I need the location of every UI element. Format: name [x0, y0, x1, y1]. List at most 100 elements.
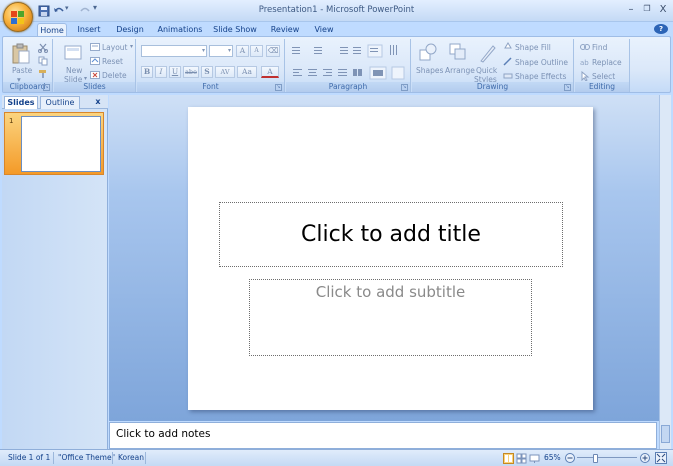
layout-icon — [90, 43, 100, 51]
drawing-launcher-icon[interactable]: ↘ — [564, 84, 571, 91]
strikethrough-button[interactable]: abe — [183, 66, 199, 78]
slide-canvas[interactable]: Click to add title Click to add subtitle — [188, 107, 593, 410]
text-shadow-button[interactable]: S — [201, 66, 213, 78]
undo-dropdown-icon[interactable]: ▾ — [65, 4, 79, 18]
subtitle-placeholder[interactable]: Click to add subtitle — [249, 279, 532, 356]
replace-button[interactable]: Replace — [592, 58, 622, 67]
arrange-button[interactable]: Arrange — [445, 66, 475, 75]
slide-sorter-icon[interactable] — [516, 453, 527, 464]
scrollbar-thumb[interactable] — [661, 425, 670, 443]
shape-effects-button[interactable]: Shape Effects — [515, 72, 566, 81]
slide-show-icon[interactable] — [529, 453, 540, 464]
select-button[interactable]: Select — [592, 72, 615, 81]
find-icon — [580, 44, 590, 50]
office-button[interactable] — [3, 2, 33, 32]
font-group: ▾ ▾ A A ⌫ B I U abe S AV Aa A Font ↘ — [137, 39, 285, 92]
shapes-icon[interactable] — [418, 42, 438, 62]
status-separator — [53, 452, 54, 464]
paragraph-label-text: Paragraph — [328, 82, 368, 91]
shrink-font-button[interactable]: A — [250, 45, 263, 57]
change-case-button[interactable]: Aa — [237, 66, 257, 78]
drawing-label-text: Drawing — [476, 82, 509, 91]
font-label-text: Font — [202, 82, 219, 91]
slide-thumbnail-selected[interactable]: 1 — [4, 112, 104, 175]
font-color-button[interactable]: A — [261, 66, 279, 78]
new-slide-dropdown-icon[interactable]: ▾ — [84, 75, 87, 82]
tab-slides[interactable]: Slides — [4, 96, 38, 109]
editing-group-label: Editing — [575, 82, 629, 92]
shape-fill-button[interactable]: Shape Fill — [515, 43, 551, 52]
clear-formatting-icon[interactable]: ⌫ — [266, 45, 280, 57]
fit-to-window-icon[interactable] — [655, 452, 667, 464]
redo-icon[interactable] — [78, 4, 92, 18]
font-name-combo[interactable]: ▾ — [141, 45, 207, 57]
shapes-button[interactable]: Shapes — [416, 66, 443, 75]
paragraph-row1-icons[interactable] — [290, 44, 408, 58]
layout-button[interactable]: Layout — [102, 43, 128, 52]
tab-home[interactable]: Home — [37, 23, 67, 37]
panel-close-button[interactable]: x — [92, 96, 104, 109]
close-button[interactable]: X — [657, 4, 669, 15]
format-painter-icon[interactable] — [38, 69, 48, 79]
customize-qat-icon[interactable]: ▾ — [93, 3, 107, 17]
font-name-dropdown-icon[interactable]: ▾ — [202, 47, 205, 54]
character-spacing-button[interactable]: AV — [215, 66, 235, 78]
find-button[interactable]: Find — [592, 43, 607, 52]
tab-view[interactable]: View — [310, 23, 338, 37]
paste-button[interactable]: Paste — [12, 66, 32, 75]
vertical-scrollbar[interactable] — [659, 95, 671, 449]
editing-label-text: Editing — [588, 82, 616, 91]
title-placeholder[interactable]: Click to add title — [219, 202, 563, 267]
tab-slide-show[interactable]: Slide Show — [212, 23, 258, 37]
slides-label-text: Slides — [83, 82, 106, 91]
tab-outline[interactable]: Outline — [40, 96, 80, 109]
slides-group-label: Slides — [54, 82, 135, 92]
copy-icon[interactable] — [38, 56, 48, 66]
normal-view-icon[interactable] — [503, 453, 514, 464]
shape-outline-button[interactable]: Shape Outline — [515, 58, 568, 67]
quick-styles-icon[interactable] — [478, 42, 498, 64]
tab-insert[interactable]: Insert — [73, 23, 105, 37]
reset-button[interactable]: Reset — [102, 57, 123, 66]
alignment-icons[interactable] — [290, 66, 408, 80]
notes-pane[interactable]: Click to add notes — [109, 422, 657, 449]
new-slide-button[interactable]: New — [66, 66, 82, 75]
font-size-dropdown-icon[interactable]: ▾ — [228, 47, 231, 54]
shape-effects-icon — [503, 73, 513, 79]
zoom-out-icon[interactable] — [565, 453, 575, 463]
save-icon[interactable] — [37, 4, 51, 18]
undo-icon[interactable] — [52, 4, 66, 18]
zoom-level[interactable]: 65% — [544, 453, 561, 462]
italic-button[interactable]: I — [155, 66, 167, 78]
new-slide-icon[interactable] — [64, 45, 82, 61]
tab-design[interactable]: Design — [112, 23, 148, 37]
layout-dropdown-icon[interactable]: ▾ — [130, 43, 133, 50]
status-separator — [112, 452, 113, 464]
zoom-slider-track[interactable] — [577, 457, 637, 458]
slide-editing-area: Click to add title Click to add subtitle — [109, 95, 664, 421]
zoom-slider-thumb[interactable] — [593, 454, 598, 463]
minimize-button[interactable]: – — [625, 4, 637, 15]
language-status[interactable]: Korean — [118, 453, 144, 462]
font-launcher-icon[interactable]: ↘ — [275, 84, 282, 91]
tab-animations[interactable]: Animations — [155, 23, 205, 37]
quick-styles-button[interactable]: Quick — [476, 66, 497, 75]
arrange-icon[interactable] — [448, 42, 468, 62]
paste-icon[interactable] — [11, 43, 31, 65]
underline-button[interactable]: U — [169, 66, 181, 78]
help-button[interactable]: ? — [654, 24, 668, 34]
slide-thumbnail[interactable] — [21, 116, 101, 172]
svg-text:ab: ab — [580, 59, 589, 67]
grow-font-button[interactable]: A — [236, 45, 249, 57]
bold-button[interactable]: B — [141, 66, 153, 78]
paragraph-launcher-icon[interactable]: ↘ — [401, 84, 408, 91]
zoom-in-icon[interactable] — [640, 453, 650, 463]
shape-outline-icon — [503, 57, 512, 66]
restore-button[interactable]: ❐ — [641, 4, 653, 13]
tab-review[interactable]: Review — [267, 23, 303, 37]
font-size-combo[interactable]: ▾ — [209, 45, 233, 57]
cut-icon[interactable] — [38, 43, 48, 53]
clipboard-launcher-icon[interactable]: ↘ — [43, 84, 50, 91]
delete-slide-button[interactable]: Delete — [102, 71, 127, 80]
slide-count-status: Slide 1 of 1 — [8, 453, 51, 462]
